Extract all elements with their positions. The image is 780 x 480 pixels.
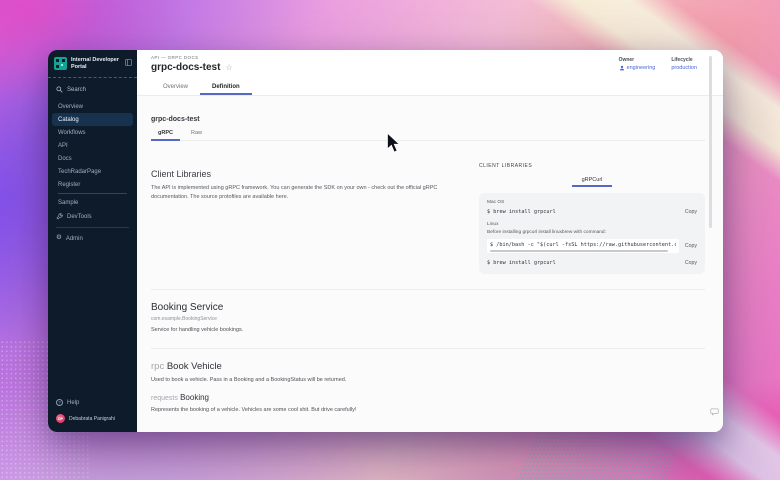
client-libraries-panel: CLIENT LIBRARIES gRPCurl Mac OS $ brew i… [479,155,705,274]
linux-command-2: $ brew install grpcurl [487,260,556,266]
requests-kind-label: requests [151,395,178,402]
api-card-title: grpc-docs-test [151,116,705,123]
copy-button[interactable]: Copy [685,243,697,249]
sidebar-item-label: API [58,143,68,149]
rpc-kind-label: rpc [151,361,164,372]
sidebar-user[interactable]: DP Debabrata Panigrahi [48,410,137,432]
sidebar-item-sample[interactable]: Sample [48,196,137,209]
requests-booking-heading: requests Booking [151,393,705,402]
sidebar: Internal Developer Portal Search Overvie… [48,50,137,432]
sidebar-item-admin[interactable]: ⚙ Admin [48,231,137,246]
sidebar-item-docs[interactable]: Docs [48,152,137,165]
copy-button[interactable]: Copy [685,260,697,266]
sidebar-search-label: Search [67,87,86,93]
rpc-book-vehicle-heading: rpc Book Vehicle [151,361,705,372]
entity-header: API — GRPC DOCS grpc-docs-test ☆ Owner e… [137,50,723,96]
client-libraries-heading: Client Libraries [151,169,461,179]
sidebar-item-label: Docs [58,156,72,162]
linux-command: $ /bin/bash -c "$(curl -fsSL https://raw… [490,242,676,248]
sidebar-item-label: Help [67,400,79,406]
macos-command: $ brew install grpcurl [487,209,556,215]
sidebar-item-label: Admin [66,236,83,242]
linux-label: Linux [487,222,697,227]
rpc-name: Book Vehicle [167,361,222,372]
page-title: grpc-docs-test [151,62,220,73]
lifecycle-meta: Lifecycle production [671,57,697,71]
sidebar-divider [58,193,127,194]
owner-link[interactable]: engineering [619,65,656,71]
booking-service-qualified-name: com.example.BookingService [151,316,705,322]
wrench-icon [56,213,63,220]
gear-icon: ⚙ [56,235,62,242]
sidebar-item-api[interactable]: API [48,139,137,152]
client-libraries-description: The API is implemented using gRPC framew… [151,184,461,201]
definition-format-tabs: gRPC Raw [151,128,705,141]
entity-meta: Owner engineering Lifecycle production [619,57,697,71]
sidebar-item-label: Register [58,182,80,188]
sidebar-item-label: Workflows [58,130,86,136]
sidebar-search[interactable]: Search [48,78,137,98]
linux-note: Before installing grpcurl install linuxb… [487,230,697,235]
sidebar-item-techradarpage[interactable]: TechRadarPage [48,165,137,178]
linux-command-scroll[interactable]: $ /bin/bash -c "$(curl -fsSL https://raw… [487,239,679,253]
app-window: Internal Developer Portal Search Overvie… [48,50,723,432]
owner-value: engineering [627,65,656,71]
sidebar-item-devtools[interactable]: DevTools [48,209,137,224]
requests-name: Booking [180,393,209,402]
vertical-scrollbar[interactable] [709,56,712,228]
booking-service-description: Service for handling vehicle bookings. [151,327,705,333]
requests-description: Represents the booking of a vehicle. Veh… [151,407,705,413]
sidebar-item-catalog[interactable]: Catalog [52,113,133,126]
avatar: DP [56,414,65,423]
tab-grpc[interactable]: gRPC [151,128,180,140]
help-icon: ? [56,399,63,406]
sidebar-header: Internal Developer Portal [48,50,137,78]
sidebar-spacer [48,246,137,395]
install-instructions-panel: Mac OS $ brew install grpcurl Copy Linux… [479,193,705,274]
sidebar-nav: Overview Catalog Workflows API Docs Tech… [48,98,137,209]
sidebar-item-workflows[interactable]: Workflows [48,126,137,139]
rpc-book-vehicle-section: rpc Book Vehicle Used to book a vehicle.… [151,361,705,383]
tab-definition[interactable]: Definition [200,81,252,95]
copy-button[interactable]: Copy [685,209,697,215]
group-icon [619,65,625,71]
app-title: Internal Developer Portal [71,57,121,71]
booking-service-heading: Booking Service [151,302,705,313]
sidebar-item-register[interactable]: Register [48,178,137,191]
owner-label: Owner [619,57,656,63]
feedback-icon[interactable] [710,407,719,416]
client-libraries-intro: Client Libraries The API is implemented … [151,155,479,274]
main-area: API — GRPC DOCS grpc-docs-test ☆ Owner e… [137,50,723,432]
sidebar-item-label: Sample [58,200,78,206]
lifecycle-label: Lifecycle [671,57,697,63]
user-name: Debabrata Panigrahi [69,416,115,422]
search-icon [56,86,63,93]
sidebar-item-label: Overview [58,104,83,110]
section-divider [151,289,705,290]
sidebar-item-label: TechRadarPage [58,169,101,175]
tab-overview[interactable]: Overview [151,81,200,95]
owner-meta: Owner engineering [619,57,656,71]
portal-logo-icon [54,57,67,70]
section-divider [151,348,705,349]
macos-label: Mac OS [487,200,697,205]
sidebar-item-label: Catalog [58,117,79,123]
sidebar-divider [56,227,129,228]
definition-content: grpc-docs-test gRPC Raw Client Libraries… [137,96,723,432]
lifecycle-value: production [671,65,697,71]
entity-tabs: Overview Definition [151,81,709,95]
sidebar-help[interactable]: ? Help [48,395,137,410]
star-icon[interactable]: ☆ [225,64,232,72]
sidebar-toggle-icon[interactable] [125,59,132,66]
tab-grpcurl[interactable]: gRPCurl [572,175,613,187]
booking-service-section: Booking Service com.example.BookingServi… [151,302,705,333]
requests-booking-section: requests Booking Represents the booking … [151,393,705,413]
sidebar-item-label: DevTools [67,214,92,220]
panel-title: CLIENT LIBRARIES [479,163,705,169]
horizontal-scrollbar[interactable] [490,250,668,252]
sidebar-item-overview[interactable]: Overview [48,100,137,113]
mouse-cursor [386,132,402,154]
rpc-description: Used to book a vehicle. Pass in a Bookin… [151,377,705,383]
tab-raw[interactable]: Raw [184,128,209,140]
